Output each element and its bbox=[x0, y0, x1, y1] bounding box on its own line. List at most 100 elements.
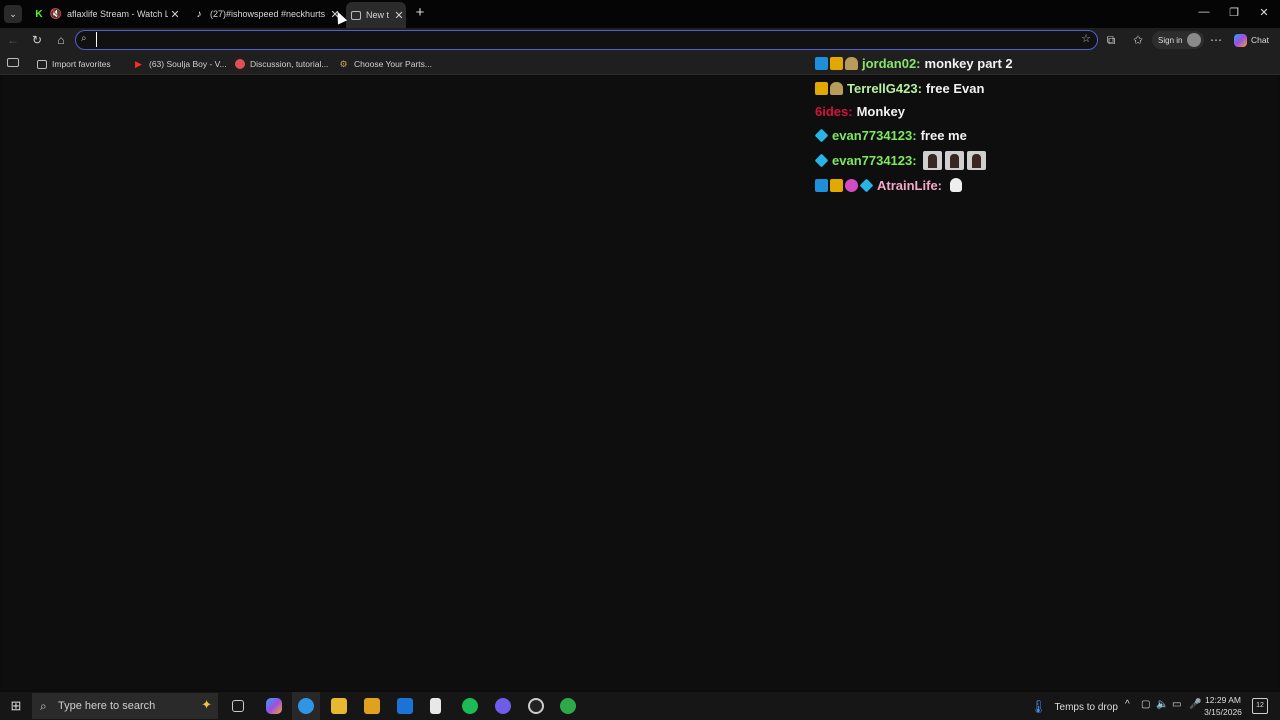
chat-message: TerrellG423: free Evan bbox=[815, 78, 984, 98]
search-icon: ⌕ bbox=[40, 699, 47, 713]
chat-username: 6ides: bbox=[815, 103, 853, 119]
kick-icon: K bbox=[35, 8, 43, 20]
xbox-icon[interactable] bbox=[560, 698, 576, 714]
chat-text: free me bbox=[920, 127, 967, 143]
emote-icon bbox=[944, 150, 964, 170]
copilot-chat-button[interactable]: Chat bbox=[1234, 32, 1269, 48]
favorite-youtube[interactable]: ▶ (63) Soulja Boy - V... bbox=[133, 57, 227, 71]
sidebar-toggle-icon[interactable] bbox=[7, 58, 19, 67]
import-icon bbox=[37, 59, 47, 69]
chat-message: evan7734123: bbox=[814, 150, 986, 170]
display-icon[interactable]: ▭ bbox=[1172, 699, 1181, 710]
speaker-icon[interactable]: 🔈 bbox=[1156, 699, 1168, 710]
page-icon bbox=[351, 10, 361, 20]
tab-2[interactable]: ♪ (27)#ishowspeed #neckhurts #ne ✕ bbox=[190, 3, 342, 25]
discord-icon[interactable] bbox=[495, 698, 511, 714]
tray-chevron-icon[interactable]: ^ bbox=[1125, 699, 1130, 710]
tab-3[interactable]: New t ✕ bbox=[346, 2, 406, 28]
notification-count: 12 bbox=[1256, 702, 1264, 709]
chat-username: evan7734123: bbox=[832, 127, 917, 143]
clock-time: 12:29 AM bbox=[1205, 695, 1241, 705]
chat-username: TerrellG423: bbox=[847, 80, 922, 96]
home-button[interactable]: ⌂ bbox=[54, 33, 68, 47]
chat-username: jordan02: bbox=[862, 55, 921, 71]
minimize-button[interactable]: — bbox=[1189, 6, 1219, 18]
favorites-icon[interactable]: ✩ bbox=[1131, 33, 1145, 47]
new-tab-button[interactable]: + bbox=[412, 5, 428, 21]
copilot-icon bbox=[1234, 33, 1247, 47]
browser-toolbar: ← ↻ ⌂ ⌕ ☆ ⧉ ✩ Sign in ⋯ Chat bbox=[0, 28, 1280, 52]
notepad-icon[interactable] bbox=[430, 698, 441, 714]
active-app-indicator bbox=[292, 692, 320, 720]
favorite-label: Discussion, tutorial... bbox=[250, 59, 329, 69]
duck-emote-icon bbox=[950, 178, 962, 192]
chat-message: evan7734123: free me bbox=[814, 125, 967, 145]
extensions-icon[interactable]: ⧉ bbox=[1104, 33, 1118, 47]
outlook-icon[interactable] bbox=[397, 698, 413, 714]
tab-title: aflaxlife Stream - Watch Live o bbox=[67, 9, 168, 19]
emote-icon bbox=[922, 150, 942, 170]
chat-message: 6ides: Monkey bbox=[815, 101, 905, 121]
youtube-icon: ▶ bbox=[135, 58, 142, 69]
avatar bbox=[1187, 33, 1201, 47]
task-view-icon[interactable] bbox=[232, 700, 244, 712]
address-input[interactable] bbox=[96, 32, 1056, 47]
maximize-button[interactable]: ❐ bbox=[1219, 6, 1249, 19]
windows-start-icon[interactable]: ⊞ bbox=[8, 698, 24, 714]
copilot-icon[interactable] bbox=[266, 698, 282, 714]
cube-badge-icon bbox=[814, 153, 829, 167]
sign-in-label: Sign in bbox=[1158, 35, 1183, 45]
favorite-label: (63) Soulja Boy - V... bbox=[149, 59, 227, 69]
file-explorer-icon[interactable] bbox=[331, 698, 347, 714]
badge-icon bbox=[815, 56, 828, 70]
favorite-label: Choose Your Parts... bbox=[354, 59, 432, 69]
search-icon: ⌕ bbox=[81, 33, 87, 44]
more-menu-icon[interactable]: ⋯ bbox=[1209, 33, 1223, 47]
favorite-pcpartpicker[interactable]: ⚙ Choose Your Parts... bbox=[338, 57, 432, 71]
hat-badge-icon bbox=[845, 56, 858, 70]
chat-text: Monkey bbox=[856, 103, 905, 119]
close-tab-icon[interactable]: ✕ bbox=[392, 9, 406, 22]
plus-icon: + bbox=[415, 4, 425, 21]
hat-badge-icon bbox=[830, 81, 843, 95]
network-icon[interactable]: ▢ bbox=[1141, 699, 1150, 710]
taskbar-search[interactable]: ⌕ Type here to search ✦ bbox=[32, 693, 218, 719]
cube-badge-icon bbox=[859, 178, 874, 192]
tab-1[interactable]: K 🔇 aflaxlife Stream - Watch Live o ✕ bbox=[30, 3, 182, 25]
page-content bbox=[2, 76, 1278, 690]
forum-icon bbox=[235, 59, 245, 69]
crown-badge-icon bbox=[830, 178, 843, 192]
muted-speaker-icon[interactable]: 🔇 bbox=[50, 8, 62, 20]
favorites-bar: Import favorites ▶ (63) Soulja Boy - V..… bbox=[0, 52, 1280, 75]
close-window-button[interactable]: ✕ bbox=[1249, 6, 1279, 19]
address-bar[interactable]: ⌕ ☆ bbox=[75, 30, 1098, 50]
close-tab-icon[interactable]: ✕ bbox=[168, 8, 182, 21]
pink-badge-icon bbox=[845, 178, 858, 192]
favorite-star-icon[interactable]: ☆ bbox=[1081, 32, 1091, 45]
favorite-forum[interactable]: Discussion, tutorial... bbox=[235, 57, 328, 71]
spotify-icon[interactable] bbox=[462, 698, 478, 714]
refresh-button[interactable]: ↻ bbox=[30, 33, 44, 47]
crown-badge-icon bbox=[815, 81, 828, 95]
clock-date: 3/15/2026 bbox=[1204, 707, 1242, 717]
chat-message: AtrainLife: bbox=[815, 175, 962, 195]
tab-title: New t bbox=[366, 10, 390, 20]
sign-in-button[interactable]: Sign in bbox=[1152, 31, 1204, 49]
taskbar: ⊞ ⌕ Type here to search ✦ 🌡 Temps to dro… bbox=[0, 692, 1280, 720]
clock[interactable]: 12:29 AM 3/15/2026 bbox=[1200, 694, 1246, 718]
obs-icon[interactable] bbox=[528, 698, 544, 714]
chat-username: evan7734123: bbox=[832, 152, 917, 168]
cube-badge-icon bbox=[814, 128, 829, 142]
favorite-import[interactable]: Import favorites bbox=[37, 57, 111, 71]
search-placeholder: Type here to search bbox=[58, 700, 156, 712]
tiktok-icon: ♪ bbox=[196, 8, 202, 20]
favorite-label: Import favorites bbox=[52, 59, 111, 69]
thermometer-icon: 🌡 bbox=[1030, 699, 1047, 714]
weather-widget[interactable]: 🌡 Temps to drop bbox=[1030, 699, 1118, 715]
tab-actions-button[interactable]: ⌄ bbox=[4, 5, 22, 23]
notification-button[interactable]: 12 bbox=[1252, 698, 1268, 714]
store-icon[interactable] bbox=[364, 698, 380, 714]
badge-icon bbox=[815, 178, 828, 192]
search-highlight-icon: ✦ bbox=[201, 697, 212, 712]
back-button[interactable]: ← bbox=[6, 33, 20, 47]
